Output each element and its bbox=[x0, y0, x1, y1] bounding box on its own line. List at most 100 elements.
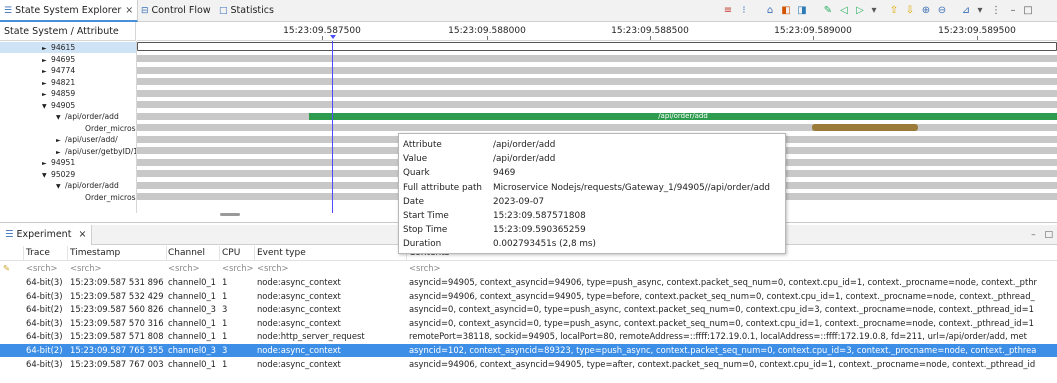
tab-experiment[interactable]: ☰ Experiment × bbox=[0, 225, 93, 245]
table-row[interactable]: 64-bit(3) 15:23:09.587 570 316 channel0_1 1… bbox=[0, 317, 1057, 330]
state-interval-bar[interactable] bbox=[812, 124, 918, 131]
expand-arrow-icon[interactable]: ► bbox=[42, 66, 51, 76]
tooltip-value: /api/order/add bbox=[493, 140, 556, 150]
state-lane[interactable] bbox=[137, 55, 1057, 62]
expand-arrow-icon[interactable]: ► bbox=[42, 43, 51, 53]
tree-row-label: /api/user/add/ bbox=[65, 135, 118, 144]
collapse-arrow-icon[interactable]: ▼ bbox=[42, 170, 51, 180]
table-row[interactable]: 64-bit(2) 15:23:09.587 560 826 channel0_3 3… bbox=[0, 303, 1057, 316]
state-interval-bar[interactable]: /api/order/add bbox=[309, 112, 1057, 120]
collapse-arrow-icon[interactable]: ▼ bbox=[42, 101, 51, 111]
pin-dropdown-icon[interactable]: ▾ bbox=[974, 5, 986, 17]
tree-row[interactable]: ► 94821 bbox=[0, 77, 136, 88]
control-flow-icon: ⊟ bbox=[141, 6, 149, 16]
table-row[interactable]: 64-bit(3) 15:23:09.587 767 003 channel0_1 1… bbox=[0, 358, 1057, 371]
horizontal-scrollbar[interactable] bbox=[220, 213, 240, 216]
table-row[interactable]: 64-bit(3) 15:23:09.587 532 429 channel0_1 1… bbox=[0, 290, 1057, 303]
column-header[interactable]: Channel bbox=[168, 246, 218, 261]
column-separator[interactable] bbox=[254, 246, 255, 261]
tree-row[interactable]: ▼ 94905 bbox=[0, 100, 136, 111]
column-header[interactable]: Event type bbox=[257, 246, 407, 261]
collapse-arrow-icon[interactable]: ▼ bbox=[56, 112, 65, 122]
tree-row[interactable]: ► 94615 bbox=[0, 42, 136, 53]
expand-arrow-icon[interactable]: ► bbox=[42, 78, 51, 88]
column-header[interactable]: CPU bbox=[222, 246, 254, 261]
tree-row[interactable]: ▼/api/order/add bbox=[0, 111, 136, 122]
table-row[interactable]: 64-bit(3) 15:23:09.587 531 896 channel0_1 1… bbox=[0, 276, 1057, 289]
tree-row[interactable]: ▼/api/order/add bbox=[0, 180, 136, 191]
tree-row[interactable]: ► 94859 bbox=[0, 88, 136, 99]
filter-icon[interactable]: ≡ bbox=[722, 5, 734, 17]
minimize-icon[interactable]: – bbox=[1031, 230, 1036, 240]
tab-control-flow[interactable]: ⊟ Control Flow bbox=[137, 0, 215, 22]
collapse-icon[interactable]: ⁝ bbox=[738, 5, 750, 17]
tree-row[interactable]: Order_microservice bbox=[0, 192, 136, 203]
close-tab-icon[interactable]: × bbox=[78, 229, 86, 240]
top-tab-bar: ☰ State System Explorer × ⊟ Control Flow □ S… bbox=[0, 0, 1057, 22]
collapse-arrow-icon[interactable]: ▼ bbox=[56, 181, 65, 191]
column-header[interactable]: Timestamp bbox=[70, 246, 166, 261]
arrow-up-icon[interactable]: ⇧ bbox=[888, 5, 900, 17]
prev-event-icon[interactable]: ◧ bbox=[780, 5, 792, 17]
column-search-field[interactable]: <srch> bbox=[168, 262, 218, 275]
tree-row[interactable]: ►/api/user/add/ bbox=[0, 134, 136, 145]
state-lane[interactable] bbox=[137, 124, 1057, 131]
column-separator[interactable] bbox=[23, 246, 24, 261]
table-cell-cpu: 1 bbox=[222, 331, 228, 342]
column-header[interactable]: Trace bbox=[26, 246, 66, 261]
table-cell-event: node:http_server_request bbox=[257, 331, 365, 342]
state-lane[interactable] bbox=[137, 66, 1057, 74]
pin-icon[interactable]: ⊿ bbox=[960, 5, 972, 17]
column-search-field[interactable]: <srch> bbox=[70, 262, 166, 275]
state-lane[interactable] bbox=[137, 42, 1057, 51]
tree-row[interactable]: ►/api/user/getbyID/1 bbox=[0, 146, 136, 157]
maximize-icon[interactable]: □ bbox=[1044, 230, 1053, 240]
tooltip-row: Date 2023-09-07 bbox=[403, 195, 785, 209]
zoom-in-icon[interactable]: ⊕ bbox=[920, 5, 932, 17]
arrow-down-icon[interactable]: ⇩ bbox=[904, 5, 916, 17]
column-separator[interactable] bbox=[166, 246, 167, 261]
table-icon: ☰ bbox=[5, 229, 14, 240]
bookmark-icon[interactable]: ✎ bbox=[822, 5, 834, 17]
tree-row[interactable]: ▼ 95029 bbox=[0, 169, 136, 180]
prev-marker-icon[interactable]: ◁ bbox=[838, 5, 850, 17]
dropdown-icon[interactable]: ▾ bbox=[868, 5, 880, 17]
state-lane[interactable] bbox=[137, 89, 1057, 97]
tree-row-label: 94774 bbox=[51, 66, 76, 75]
state-lane[interactable] bbox=[137, 101, 1057, 108]
maximize-icon[interactable]: □ bbox=[1022, 5, 1034, 17]
table-row[interactable]: 64-bit(3) 15:23:09.587 571 808 channel0_1 1… bbox=[0, 330, 1057, 343]
state-lane[interactable] bbox=[137, 78, 1057, 85]
table-cell-timestamp: 15:23:09.587 560 826 bbox=[70, 304, 164, 315]
expand-arrow-icon[interactable]: ► bbox=[56, 147, 65, 157]
tab-state-system-explorer[interactable]: ☰ State System Explorer × bbox=[0, 0, 139, 22]
column-separator[interactable] bbox=[67, 246, 68, 261]
tree-row[interactable]: ► 94695 bbox=[0, 54, 136, 65]
expand-arrow-icon[interactable]: ► bbox=[42, 158, 51, 168]
tooltip-value: 0.002793451s (2,8 ms) bbox=[493, 239, 596, 250]
view-menu-icon[interactable]: ⋮ bbox=[990, 5, 1002, 17]
table-cell-trace: 64-bit(2) bbox=[26, 345, 63, 355]
table-cell-channel: channel0_3 bbox=[168, 304, 216, 315]
time-scale[interactable]: 15:23:09.587500 15:23:09.588000 15:23:09… bbox=[137, 22, 1057, 41]
expand-arrow-icon[interactable]: ► bbox=[56, 135, 65, 145]
column-search-field[interactable]: <srch> bbox=[409, 262, 1057, 275]
column-search-field[interactable]: <srch> bbox=[26, 262, 66, 275]
next-marker-icon[interactable]: ▷ bbox=[854, 5, 866, 17]
home-icon[interactable]: ⌂ bbox=[764, 5, 776, 17]
tooltip-value: 15:23:09.590365259 bbox=[493, 225, 586, 236]
column-separator[interactable] bbox=[219, 246, 220, 261]
tab-statistics[interactable]: □ Statistics bbox=[215, 0, 278, 22]
next-event-icon[interactable]: ◨ bbox=[796, 5, 808, 17]
tree-row[interactable]: Order_microservice bbox=[0, 123, 136, 134]
expand-arrow-icon[interactable]: ► bbox=[42, 55, 51, 65]
column-search-field[interactable]: <srch> bbox=[257, 262, 407, 275]
expand-arrow-icon[interactable]: ► bbox=[42, 89, 51, 99]
table-row[interactable]: 64-bit(2) 15:23:09.587 765 355 channel0_3 3… bbox=[0, 344, 1057, 357]
tree-row[interactable]: ► 94774 bbox=[0, 65, 136, 76]
zoom-out-icon[interactable]: ⊖ bbox=[936, 5, 948, 17]
minimize-icon[interactable]: – bbox=[1007, 5, 1019, 17]
column-search-field[interactable]: <srch> bbox=[222, 262, 254, 275]
tree-row[interactable]: ► 94951 bbox=[0, 157, 136, 168]
close-tab-icon[interactable]: × bbox=[125, 5, 133, 16]
